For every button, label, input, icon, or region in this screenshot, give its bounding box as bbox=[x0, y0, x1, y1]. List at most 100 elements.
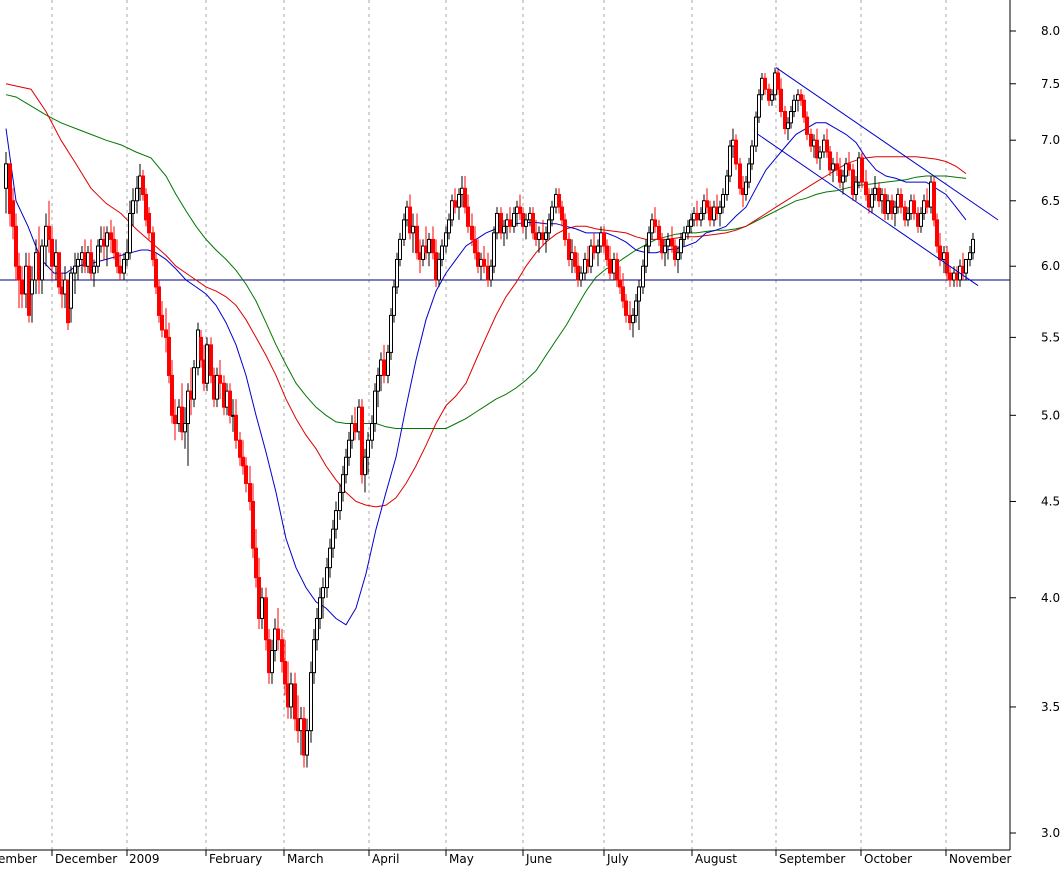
candle-body bbox=[847, 163, 851, 171]
candle-body bbox=[860, 157, 864, 183]
candle-body bbox=[109, 232, 113, 240]
candle-body bbox=[657, 225, 661, 240]
candle-body bbox=[747, 163, 751, 183]
candle-body bbox=[305, 730, 309, 756]
candle-body bbox=[592, 245, 596, 254]
candle-body bbox=[537, 232, 541, 240]
candle-body bbox=[328, 547, 332, 569]
candle-body bbox=[334, 510, 338, 530]
candle-body bbox=[770, 94, 774, 101]
candle-body bbox=[457, 194, 461, 208]
candle-body bbox=[347, 439, 351, 458]
candle-body bbox=[170, 374, 174, 416]
candle-body bbox=[135, 187, 139, 202]
candle-body bbox=[30, 279, 34, 295]
candle-body bbox=[218, 374, 222, 384]
candle-body bbox=[618, 279, 622, 288]
y-tick-label: 3.5 bbox=[1041, 700, 1060, 714]
candle-body bbox=[112, 238, 116, 254]
candle-body bbox=[495, 212, 499, 234]
candle-body bbox=[444, 232, 448, 247]
candle-body bbox=[325, 567, 329, 589]
candle-body bbox=[776, 72, 780, 90]
candle-body bbox=[318, 597, 322, 619]
candle-body bbox=[968, 252, 972, 260]
candle-body bbox=[945, 252, 949, 274]
candle-body bbox=[160, 314, 164, 331]
candle-body bbox=[280, 639, 284, 663]
candle-body bbox=[244, 465, 248, 484]
candle-body bbox=[634, 300, 638, 316]
candle-body bbox=[502, 225, 506, 234]
candle-body bbox=[50, 238, 54, 267]
candle-body bbox=[721, 194, 725, 208]
candle-body bbox=[579, 272, 583, 281]
candle-body bbox=[518, 206, 522, 214]
candle-body bbox=[695, 212, 699, 221]
candle-body bbox=[447, 219, 451, 234]
candle-body bbox=[192, 367, 196, 400]
candle-body bbox=[971, 238, 975, 254]
candle-body bbox=[427, 238, 431, 254]
y-tick-label: 6.5 bbox=[1041, 194, 1060, 208]
candle-body bbox=[560, 206, 564, 221]
candle-body bbox=[398, 238, 402, 260]
candle-body bbox=[331, 528, 335, 549]
candle-body bbox=[906, 212, 910, 221]
candle-body bbox=[738, 163, 742, 189]
candle-body bbox=[631, 314, 635, 324]
candle-body bbox=[831, 163, 835, 171]
candle-body bbox=[841, 175, 845, 183]
candle-body bbox=[122, 258, 126, 274]
candle-body bbox=[725, 175, 729, 196]
candle-body bbox=[154, 258, 158, 288]
candle-body bbox=[708, 206, 712, 221]
candle-body bbox=[870, 194, 874, 208]
candle-body bbox=[647, 232, 651, 247]
candle-body bbox=[899, 194, 903, 208]
candle-body bbox=[621, 286, 625, 302]
candle-body bbox=[173, 414, 177, 425]
candle-body bbox=[141, 175, 145, 196]
candle-body bbox=[270, 650, 274, 674]
x-tick-label: September bbox=[779, 852, 845, 866]
candle-body bbox=[470, 225, 474, 240]
candle-body bbox=[547, 219, 551, 234]
candle-body bbox=[118, 265, 122, 274]
x-tick-label: April bbox=[372, 852, 399, 866]
x-tick-label: ember bbox=[0, 852, 37, 866]
candle-body bbox=[544, 232, 548, 240]
candle-body bbox=[799, 94, 803, 101]
candle-body bbox=[919, 212, 923, 227]
candle-body bbox=[489, 265, 493, 281]
candle-body bbox=[415, 225, 419, 254]
y-tick-label: 6.0 bbox=[1041, 259, 1060, 273]
candle-body bbox=[341, 474, 345, 493]
candle-body bbox=[241, 456, 245, 467]
candle-body bbox=[69, 272, 73, 309]
y-tick-label: 4.0 bbox=[1041, 591, 1060, 605]
candle-body bbox=[676, 252, 680, 260]
candle-body bbox=[835, 163, 839, 171]
candle-body bbox=[366, 439, 370, 458]
candle-body bbox=[825, 139, 829, 153]
candle-body bbox=[395, 258, 399, 288]
candle-body bbox=[792, 99, 796, 112]
candle-body bbox=[563, 219, 567, 240]
y-tick-label: 7.5 bbox=[1041, 77, 1060, 91]
candle-body bbox=[411, 225, 415, 234]
candle-body bbox=[864, 181, 868, 196]
candle-body bbox=[264, 597, 268, 641]
x-axis-ticks: ember December 2009 February March April May Ju… bbox=[0, 850, 1011, 866]
candle-body bbox=[932, 181, 936, 221]
x-tick-label: 2009 bbox=[129, 852, 160, 866]
candle-body bbox=[105, 232, 109, 247]
candle-body bbox=[482, 258, 486, 267]
candle-body bbox=[128, 212, 132, 254]
candle-body bbox=[57, 252, 61, 288]
candle-body bbox=[228, 390, 232, 416]
candle-body bbox=[251, 500, 255, 549]
candle-body bbox=[453, 200, 457, 208]
candle-body bbox=[670, 238, 674, 247]
candle-body bbox=[312, 639, 316, 674]
